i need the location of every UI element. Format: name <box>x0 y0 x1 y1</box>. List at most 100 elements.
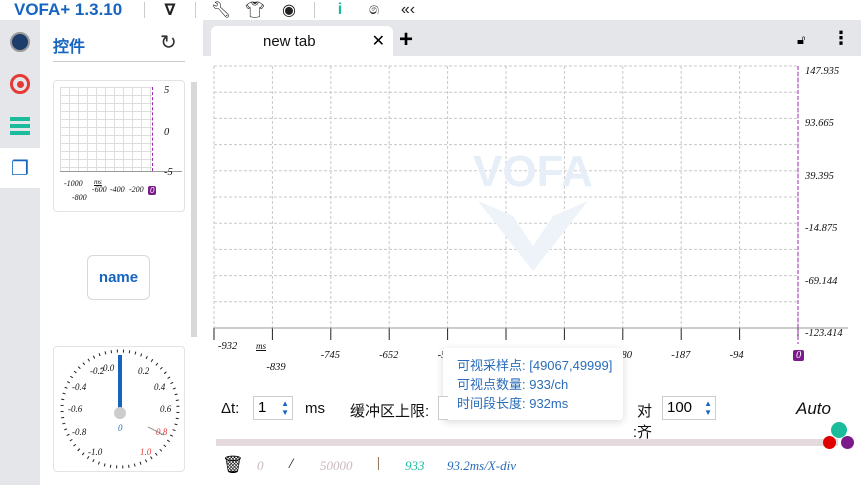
x-unit-label: ms <box>256 341 267 351</box>
gauge-label: 0.8 <box>156 427 168 437</box>
buffer-limit-input[interactable] <box>438 396 448 420</box>
align-input[interactable]: 100 ▲ ▼ <box>662 396 716 420</box>
nav-record[interactable] <box>0 64 40 104</box>
watermark-logo <box>478 201 588 271</box>
gauge-label: -0.2 <box>90 366 105 376</box>
gauge-label: 0.4 <box>154 382 166 392</box>
channel-handle-purple[interactable] <box>841 436 854 449</box>
y-tick-label: 147.935 <box>805 66 840 77</box>
y-tick-label: -123.414 <box>805 328 843 339</box>
app-title: VOFA+ 1.3.10 <box>14 0 123 19</box>
sample-count: 0 <box>257 458 264 473</box>
gauge-label: 0.2 <box>138 366 150 376</box>
list-icon <box>10 117 30 135</box>
widgets-panel: 控件 ↻ 5 0 -5 -1000 -800 -600 -400 -200 ms… <box>40 20 200 485</box>
dt-unit: ms <box>305 400 325 417</box>
add-tab-button[interactable]: + <box>399 26 413 54</box>
panel-title: 控件 <box>53 39 86 56</box>
connection-status-icon <box>10 32 30 52</box>
time-slider[interactable] <box>216 439 838 446</box>
nav-widgets[interactable]: ❐ <box>0 148 40 188</box>
mini-cursor-marker: 0 <box>148 186 157 195</box>
gauge-needle <box>118 355 122 413</box>
slash: / <box>289 456 294 472</box>
gauge-value: 0 <box>118 423 123 433</box>
dt-input[interactable]: 1 ▲ ▼ <box>253 396 293 420</box>
y-tick-label: 93.665 <box>805 118 834 130</box>
left-nav: ❐ <box>0 20 40 485</box>
gauge-label: 1.0 <box>140 447 152 457</box>
waveform-plot[interactable]: VOFA <box>203 56 861 386</box>
dt-value: 1 <box>258 399 267 416</box>
gauge-label: -0.4 <box>72 382 87 392</box>
info-icon[interactable]: i <box>323 1 357 19</box>
divider <box>314 2 315 18</box>
nav-data[interactable] <box>0 106 40 146</box>
widgets-icon: ❐ <box>11 157 29 180</box>
refresh-icon[interactable]: ↻ <box>160 30 177 55</box>
channel-handle-red[interactable] <box>823 436 836 449</box>
trash-icon[interactable]: 🗑︎ <box>222 455 244 475</box>
buffer-size: 50000 <box>320 458 353 473</box>
stepper-arrows-icon[interactable]: ▲ ▼ <box>704 399 712 417</box>
close-icon[interactable]: ✕ <box>372 31 385 51</box>
screenshot-icon[interactable]: ◉ <box>272 0 306 20</box>
vofa-logo-icon[interactable]: ∇ <box>153 0 187 20</box>
gauge-label: 0.6 <box>160 404 172 414</box>
dt-label: Δt: <box>221 400 240 417</box>
mini-plot-widget[interactable]: 5 0 -5 -1000 -800 -600 -400 -200 ms 0 <box>53 80 185 212</box>
y-tick-label: -14.875 <box>805 223 838 235</box>
mini-x-tick: -800 <box>72 193 87 202</box>
mini-y-tick: -5 <box>164 167 173 178</box>
y-tick-label: 39.395 <box>805 170 834 182</box>
align-label: 对齐: <box>632 403 652 441</box>
y-tick-label: -69.144 <box>805 275 838 287</box>
wrench-icon[interactable]: 🔧︎ <box>204 0 238 20</box>
x-tick-label: -745 <box>320 350 341 361</box>
stepper-arrows-icon[interactable]: ▲ ▼ <box>281 399 289 417</box>
unlock-icon[interactable]: 🔓︎ <box>797 32 805 48</box>
visible-points: 933 <box>405 458 425 473</box>
x-tick-label: -94 <box>729 350 744 361</box>
vofa-watermark: VOFA <box>473 147 593 196</box>
x-tick-label: -932 <box>218 341 238 352</box>
tooltip-time-span: 时间段长度: 932ms <box>457 396 569 411</box>
collapse-icon[interactable]: «‹ <box>391 1 425 19</box>
gauge-widget[interactable]: -0.0 -0.2 -0.4 -0.6 -0.8 -1.0 0.2 0.4 0.… <box>53 346 185 472</box>
mini-x-tick: -1000 <box>64 179 83 188</box>
mini-y-tick: 0 <box>164 127 170 138</box>
divider-bar: | <box>376 455 381 471</box>
tab-label: new tab <box>263 32 316 50</box>
tooltip-visible-count: 可视点数量: 933/ch <box>457 377 569 392</box>
x-tick-label: -652 <box>379 350 399 361</box>
mini-plot-grid <box>60 87 152 171</box>
mini-y-tick: 5 <box>164 85 170 96</box>
x-div-rate: 93.2ms/X-div <box>447 458 516 473</box>
auto-button[interactable]: Auto <box>796 399 831 419</box>
top-toolbar: VOFA+ 1.3.10 ∇ 🔧︎ 👕︎ ◉ i ෧ «‹ <box>0 0 861 20</box>
gauge-label: -0.8 <box>72 427 87 437</box>
cursor-marker: 0 <box>793 350 805 361</box>
divider <box>144 2 145 18</box>
mini-x-tick: -400 <box>110 185 125 194</box>
gauge-label: -1.0 <box>88 447 103 457</box>
gauge-label: -0.6 <box>68 404 83 414</box>
panel-scrollbar[interactable] <box>191 82 197 337</box>
tab-strip: new tab ✕ + 🔓︎ ⋮ <box>203 20 861 56</box>
shirt-icon[interactable]: 👕︎ <box>238 0 272 20</box>
fingerprint-icon[interactable]: ෧ <box>357 1 391 19</box>
nav-connect[interactable] <box>0 22 40 62</box>
mini-x-tick: -600 <box>92 185 107 194</box>
mini-x-tick: -200 <box>129 185 144 194</box>
divider <box>195 2 196 18</box>
tab-new-tab[interactable]: new tab ✕ <box>211 26 393 56</box>
buffer-limit-label: 缓冲区上限: <box>350 403 430 420</box>
divider <box>53 61 185 62</box>
mini-plot-cursor <box>152 87 153 171</box>
more-icon[interactable]: ⋮ <box>832 28 850 49</box>
mini-x-unit: ms <box>94 178 102 186</box>
x-tick-label: -839 <box>266 362 286 373</box>
name-button[interactable]: name <box>87 255 150 300</box>
record-icon <box>10 74 30 94</box>
plot-info-tooltip: 可视采样点: [49067,49999] 可视点数量: 933/ch 时间段长度… <box>443 348 623 420</box>
